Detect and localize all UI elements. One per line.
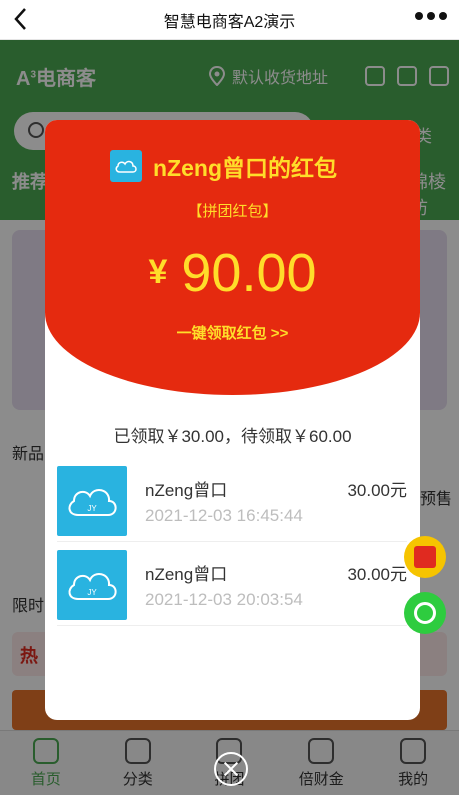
currency-symbol: ¥ (148, 253, 168, 291)
amount-value: 90.00 (181, 243, 317, 303)
record-time: 2021-12-03 20:03:54 (145, 590, 303, 609)
list-item: JY nZeng曾口 30.00元 2021-12-03 20:03:54 (57, 546, 407, 626)
claim-summary: 已领取￥30.00，待领取￥60.00 (113, 427, 352, 446)
svg-text:JY: JY (87, 588, 97, 597)
more-icon[interactable] (415, 12, 447, 20)
record-amount: 30.00元 (347, 481, 407, 500)
record-time: 2021-12-03 16:45:44 (145, 506, 303, 525)
packet-type: 【拼团红包】 (187, 203, 278, 220)
packet-amount: ¥90.00 (45, 242, 420, 304)
close-icon[interactable] (214, 752, 248, 786)
red-packet-icon (414, 546, 436, 568)
record-name: nZeng曾口 (145, 481, 228, 500)
packet-title: nZeng曾口的红包 (153, 155, 337, 181)
record-amount: 30.00元 (347, 565, 407, 584)
title-bar: 智慧电商客A2演示 (0, 0, 459, 40)
back-icon[interactable] (10, 6, 34, 32)
red-packet-float-button[interactable] (404, 536, 446, 578)
red-packet-modal: nZeng曾口的红包 【拼团红包】 ¥90.00 一键领取红包 >> 已领取￥3… (45, 120, 420, 720)
red-packet-header: nZeng曾口的红包 【拼团红包】 ¥90.00 一键领取红包 >> (45, 120, 420, 395)
record-name: nZeng曾口 (145, 565, 228, 584)
window-title: 智慧电商客A2演示 (163, 13, 296, 31)
customer-service-button[interactable] (404, 592, 446, 634)
cloud-logo-icon (110, 150, 142, 182)
list-item: JY nZeng曾口 30.00元 2021-12-03 16:45:44 (57, 462, 407, 542)
claim-all-button[interactable]: 一键领取红包 >> (45, 322, 420, 343)
headset-icon (414, 602, 436, 624)
avatar: JY (57, 466, 127, 536)
avatar: JY (57, 550, 127, 620)
svg-text:JY: JY (87, 504, 97, 513)
